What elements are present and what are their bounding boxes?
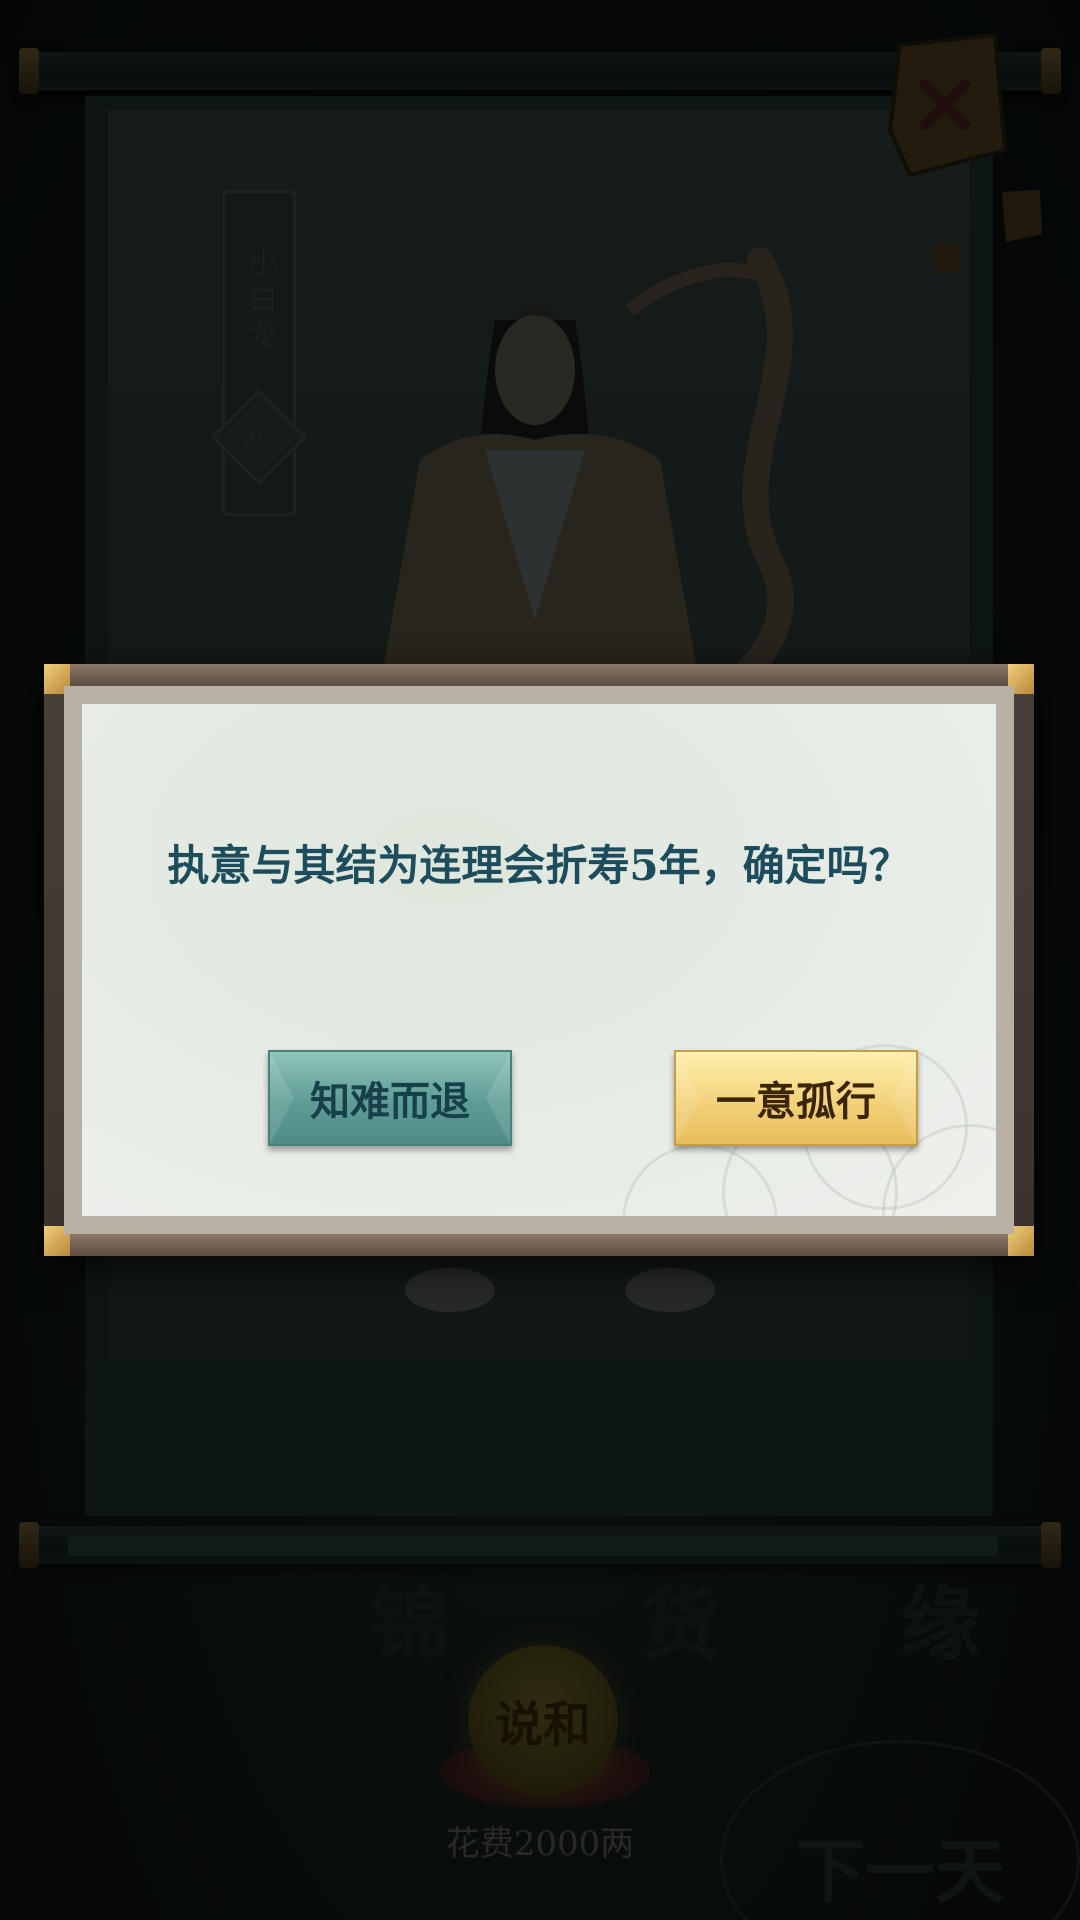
dialog-paper: 执意与其结为连理会折寿5年，确定吗？ 知难而退 一意孤行 xyxy=(82,704,996,1216)
dialog-top-rail xyxy=(44,664,1034,686)
confirm-button[interactable]: 一意孤行 xyxy=(674,1050,918,1146)
game-screen: 小白龙 和 锦 货 缘 说和 花费2000两 下一天 执意与其结为连理会折寿5年… xyxy=(0,0,1080,1920)
cancel-button-label: 知难而退 xyxy=(310,1078,470,1125)
dialog-message: 执意与其结为连理会折寿5年，确定吗？ xyxy=(167,841,911,890)
cancel-button[interactable]: 知难而退 xyxy=(268,1050,512,1146)
dialog-bottom-rail xyxy=(44,1234,1034,1256)
confirm-button-label: 一意孤行 xyxy=(716,1078,876,1125)
confirm-dialog: 执意与其结为连理会折寿5年，确定吗？ 知难而退 一意孤行 xyxy=(44,664,1034,1256)
